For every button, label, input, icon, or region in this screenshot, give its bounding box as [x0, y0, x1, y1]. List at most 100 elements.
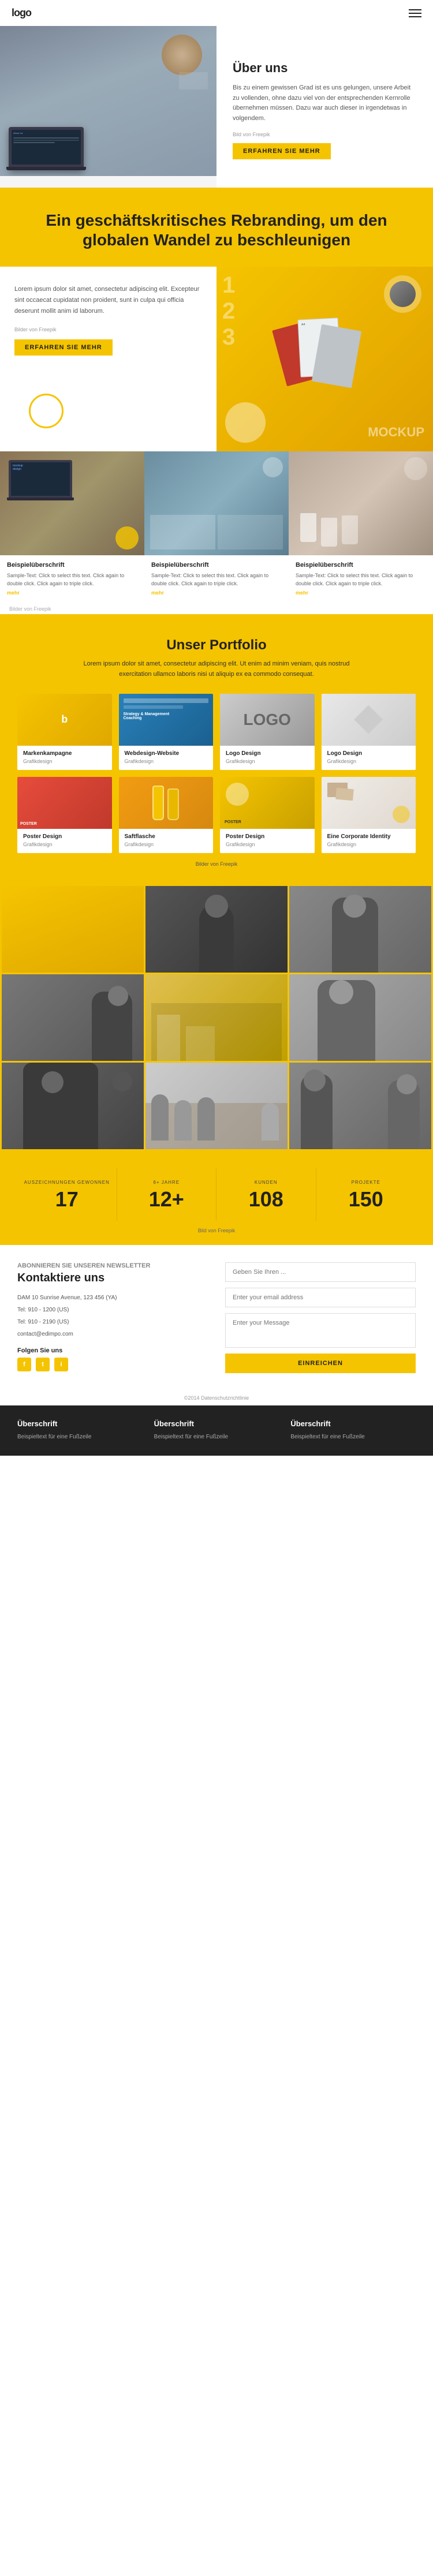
hero-photo-left: About Us	[0, 26, 216, 188]
twitter-icon[interactable]: t	[36, 1358, 50, 1371]
stat-1-label: AUSZEICHNUNGEN GEWONNEN	[23, 1180, 111, 1185]
card-3: Beispielüberschrift Sample-Text: Click t…	[289, 451, 433, 604]
footer-col-1: Überschrift Beispieltext für eine Fußzei…	[17, 1419, 143, 1442]
mockup-text: Lorem ipsum dolor sit amet, consectetur …	[0, 267, 216, 451]
footer-body-1: Beispieltext für eine Fußzeile	[17, 1433, 143, 1442]
portfolio-thumb-3: LOGO	[220, 694, 315, 746]
portfolio-info-3: Logo Design Grafikdesign	[220, 746, 315, 770]
portfolio-section: Unser Portfolio Lorem ipsum dolor sit am…	[0, 614, 433, 884]
facebook-icon[interactable]: f	[17, 1358, 31, 1371]
logo[interactable]: logo	[12, 7, 31, 19]
card-1-link[interactable]: mehr	[7, 590, 137, 596]
hamburger-button[interactable]	[409, 9, 421, 17]
contact-heading: Kontaktiere uns	[17, 1272, 208, 1285]
decorative-circle	[29, 394, 64, 428]
card-2-photo	[144, 451, 289, 555]
num-label: 123	[222, 272, 235, 350]
portfolio-item-5[interactable]: POSTER Poster Design Grafikdesign	[17, 777, 112, 853]
portfolio-item-4[interactable]: Logo Design Grafikdesign	[322, 694, 416, 770]
portfolio-thumb-7: POSTER	[220, 777, 315, 829]
contact-submit-button[interactable]: EINREICHEN	[225, 1354, 416, 1373]
photo-grid-9	[289, 1063, 431, 1149]
cards-section: mockupdesign Beispielüberschrift Sample-…	[0, 451, 433, 614]
stat-4: PROJEKTE 150	[316, 1168, 416, 1221]
mockup-photo-credit: Bilder von Freepik	[14, 327, 202, 332]
portfolio-cat-8: Grafikdesign	[327, 842, 410, 847]
photo-grid-section	[0, 884, 433, 1151]
portfolio-item-7[interactable]: POSTER Poster Design Grafikdesign	[220, 777, 315, 853]
footer-col-3: Überschrift Beispieltext für eine Fußzei…	[290, 1419, 416, 1442]
portfolio-info-2: Webdesign-Website Grafikdesign	[119, 746, 214, 770]
portfolio-thumb-6	[119, 777, 214, 829]
white-circle	[225, 402, 266, 443]
portfolio-cat-6: Grafikdesign	[125, 842, 208, 847]
portfolio-info-4: Logo Design Grafikdesign	[322, 746, 416, 770]
portfolio-thumb-8	[322, 777, 416, 829]
stat-1-value: 17	[23, 1187, 111, 1212]
rebranding-section: Ein geschäftskritisches Rebranding, um d…	[0, 188, 433, 267]
portfolio-item-1[interactable]: b Markenkampagne Grafikdesign	[17, 694, 112, 770]
photo-grid-4	[2, 974, 144, 1061]
portfolio-header: Unser Portfolio Lorem ipsum dolor sit am…	[17, 637, 416, 679]
portfolio-grid: b Markenkampagne Grafikdesign Strategy &…	[17, 694, 416, 853]
portfolio-body: Lorem ipsum dolor sit amet, consectetur …	[72, 659, 361, 679]
card-3-link[interactable]: mehr	[296, 590, 426, 596]
card-1-body: Sample-Text: Click to select this text. …	[7, 572, 137, 588]
contact-email-input[interactable]	[225, 1288, 416, 1307]
contact-email: contact@edimpo.com	[17, 1329, 208, 1339]
portfolio-info-8: Eine Corporate Identity Grafikdesign	[322, 829, 416, 853]
hero-body: Bis zu einem gewissen Grad ist es uns ge…	[233, 83, 417, 124]
portfolio-info-6: Saftflasche Grafikdesign	[119, 829, 214, 853]
hero-cta-button[interactable]: ERFAHREN SIE MEHR	[233, 143, 331, 159]
card-1: mockupdesign Beispielüberschrift Sample-…	[0, 451, 144, 604]
mockup-big-label: MOCKUP	[368, 425, 424, 440]
stat-3-label: KUNDEN	[222, 1180, 310, 1185]
photo-grid-1	[2, 886, 144, 973]
portfolio-photo-credit: Bilder von Freepik	[17, 861, 416, 867]
contact-message-input[interactable]	[225, 1313, 416, 1348]
portfolio-thumb-4	[322, 694, 416, 746]
portfolio-item-8[interactable]: Eine Corporate Identity Grafikdesign	[322, 777, 416, 853]
footer-body-2: Beispieltext für eine Fußzeile	[154, 1433, 279, 1442]
portfolio-thumb-2: Strategy & ManagementCoaching	[119, 694, 214, 746]
rebranding-headline: Ein geschäftskritisches Rebranding, um d…	[23, 211, 410, 249]
portfolio-title-1: Markenkampagne	[23, 750, 106, 757]
footer-heading-3: Überschrift	[290, 1419, 416, 1428]
navbar: logo	[0, 0, 433, 26]
photo-grid-8	[145, 1063, 288, 1149]
portfolio-item-2[interactable]: Strategy & ManagementCoaching Webdesign-…	[119, 694, 214, 770]
stat-2-value: 12+	[123, 1187, 211, 1212]
footer-heading-1: Überschrift	[17, 1419, 143, 1428]
stats-section: AUSZEICHNUNGEN GEWONNEN 17 6+ JAHRE 12+ …	[0, 1151, 433, 1245]
contact-name-input[interactable]	[225, 1262, 416, 1282]
stat-3: KUNDEN 108	[216, 1168, 316, 1221]
stats-grid: AUSZEICHNUNGEN GEWONNEN 17 6+ JAHRE 12+ …	[17, 1168, 416, 1221]
portfolio-item-3[interactable]: LOGO Logo Design Grafikdesign	[220, 694, 315, 770]
portfolio-cat-7: Grafikdesign	[226, 842, 309, 847]
portfolio-heading: Unser Portfolio	[17, 637, 416, 653]
card-3-info: Beispielüberschrift Sample-Text: Click t…	[289, 555, 433, 604]
stat-2: 6+ JAHRE 12+	[117, 1168, 217, 1221]
card-2: Beispielüberschrift Sample-Text: Click t…	[144, 451, 289, 604]
newsletter-label: ABONNIEREN SIE UNSEREN NEWSLETTER	[17, 1262, 208, 1269]
instagram-icon[interactable]: i	[54, 1358, 68, 1371]
card-2-title: Beispielüberschrift	[151, 561, 282, 569]
card-1-photo: mockupdesign	[0, 451, 144, 555]
portfolio-item-6[interactable]: Saftflasche Grafikdesign	[119, 777, 214, 853]
stat-1: AUSZEICHNUNGEN GEWONNEN 17	[17, 1168, 117, 1221]
photo-grid-3	[289, 886, 431, 973]
mockup-cta-button[interactable]: ERFAHREN SIE MEHR	[14, 339, 113, 356]
portfolio-title-3: Logo Design	[226, 750, 309, 757]
card-2-link[interactable]: mehr	[151, 590, 282, 596]
footer: Überschrift Beispieltext für eine Fußzei…	[0, 1405, 433, 1456]
hero-photo-credit: Bild von Freepik	[233, 132, 417, 137]
mockup-img: 123 A4 MOCKUP	[216, 267, 433, 451]
hero-text: Über uns Bis zu einem gewissen Grad ist …	[216, 26, 433, 188]
stat-3-value: 108	[222, 1187, 310, 1212]
portfolio-cat-1: Grafikdesign	[23, 758, 106, 764]
hero-section: About Us Über uns Bis zu einem gewissen …	[0, 26, 433, 188]
hero-subtitle: Über uns	[233, 60, 417, 77]
three-cards-grid: mockupdesign Beispielüberschrift Sample-…	[0, 451, 433, 604]
mockup-image-right: 123 A4 MOCKUP	[216, 267, 433, 451]
stats-photo-credit: Bild von Freepik	[17, 1228, 416, 1233]
